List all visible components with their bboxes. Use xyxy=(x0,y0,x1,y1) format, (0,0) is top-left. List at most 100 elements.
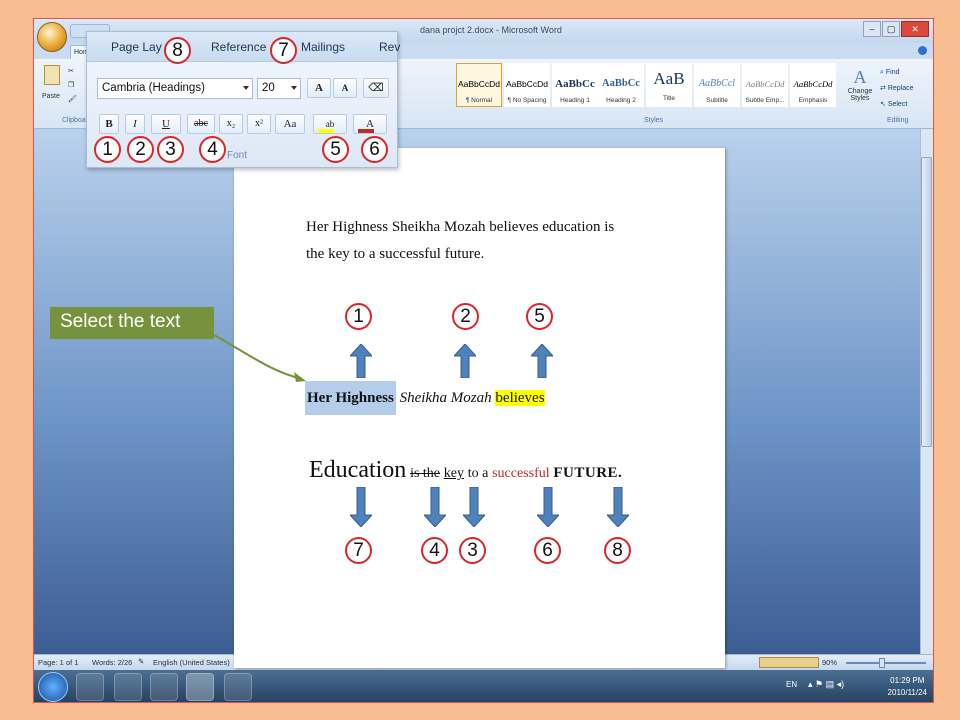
marker-4-down: 4 xyxy=(421,537,448,564)
marker-5-panel: 5 xyxy=(322,136,349,163)
select-text-callout: Select the text xyxy=(50,307,214,339)
strikethrough-button[interactable]: abc xyxy=(187,114,215,134)
arrow-down-icon xyxy=(350,487,372,527)
zoom-level[interactable]: 90% xyxy=(822,658,837,667)
highlight-color-swatch xyxy=(318,129,334,133)
font-size-dropdown[interactable]: 20 xyxy=(257,78,301,99)
marker-2-panel: 2 xyxy=(127,136,154,163)
italic-sample-text: Sheikha Mozah xyxy=(399,390,492,406)
font-name-dropdown[interactable]: Cambria (Headings) xyxy=(97,78,253,99)
arrow-up-icon xyxy=(531,344,553,378)
style-heading-1[interactable]: AaBbCc Heading 1 xyxy=(552,63,598,107)
zoom-slider[interactable] xyxy=(846,662,926,664)
help-icon[interactable] xyxy=(918,46,927,55)
arrow-down-icon xyxy=(424,487,446,527)
marker-6-panel: 6 xyxy=(361,136,388,163)
replace-button[interactable]: ⇄ Replace xyxy=(880,81,930,97)
style-no-spacing[interactable]: AaBbCcDd ¶ No Spacing xyxy=(504,63,550,107)
callout-arrow-icon xyxy=(213,334,306,382)
copy-button[interactable]: ❐ xyxy=(68,81,74,89)
maximize-button[interactable]: ▢ xyxy=(882,21,901,37)
example-line-2: Education is the key to a successful FUT… xyxy=(309,457,622,484)
folder-icon[interactable] xyxy=(114,673,142,701)
marker-7-down: 7 xyxy=(345,537,372,564)
chevron-down-icon xyxy=(243,86,249,90)
caps-sample-text: FUTURE. xyxy=(553,465,623,481)
marker-5-up: 5 xyxy=(526,303,553,330)
paste-label[interactable]: Paste xyxy=(42,93,60,100)
paragraph-line-1: Her Highness Sheikha Mozah believes educ… xyxy=(306,219,615,235)
internet-explorer-icon[interactable] xyxy=(76,673,104,701)
style-subtle-emphasis[interactable]: AaBbCcDd Subtle Emp... xyxy=(742,63,788,107)
marker-7-panel: 7 xyxy=(270,37,297,64)
bold-button[interactable]: B xyxy=(99,114,119,134)
style-emphasis[interactable]: AaBbCcDd Emphasis xyxy=(790,63,836,107)
editing-group-label: Editing xyxy=(887,117,909,124)
cursor-icon: ↖ xyxy=(880,101,888,108)
select-button[interactable]: ↖ Select xyxy=(880,97,930,113)
tab-page-layout[interactable]: Page Lay xyxy=(111,40,162,54)
style-subtitle[interactable]: AaBbCcl Subtitle xyxy=(694,63,740,107)
office-button[interactable] xyxy=(37,22,67,52)
zoom-slider-thumb[interactable] xyxy=(879,658,885,668)
powerpoint-taskbar-icon[interactable] xyxy=(224,673,252,701)
clear-formatting-button[interactable]: ⌫ xyxy=(363,78,389,98)
zoomed-tab-bar: Page Lay Reference Mailings Rev xyxy=(87,32,400,62)
grow-font-button[interactable]: A xyxy=(307,78,331,98)
bold-sample-text[interactable]: Her Highness xyxy=(305,381,396,415)
change-styles-button[interactable]: A Change Styles xyxy=(842,67,878,102)
styles-gallery: AaBbCcDd ¶ Normal AaBbCcDd ¶ No Spacing … xyxy=(454,63,848,111)
tray-icons[interactable]: ▴ ⚑ ▤ ◂) xyxy=(808,679,844,690)
word-count[interactable]: Words: 2/26 xyxy=(92,658,132,667)
underline-sample-text: key xyxy=(443,466,464,481)
subscript-button[interactable]: x₂ xyxy=(219,114,243,134)
font-color-button[interactable]: A xyxy=(353,114,387,134)
change-styles-icon: A xyxy=(853,67,867,87)
language-indicator[interactable]: English (United States) xyxy=(153,658,230,667)
find-button[interactable]: ⌕ Find xyxy=(880,65,930,81)
page-count[interactable]: Page: 1 of 1 xyxy=(38,658,78,667)
format-painter-button[interactable]: 🖌 xyxy=(68,95,77,103)
arrow-up-icon xyxy=(454,344,476,378)
close-button[interactable]: ✕ xyxy=(901,21,929,37)
marker-2-up: 2 xyxy=(452,303,479,330)
shrink-font-button[interactable]: A xyxy=(333,78,357,98)
marker-8-panel: 8 xyxy=(164,37,191,64)
proofing-icon[interactable]: ✎ xyxy=(138,657,144,666)
tab-mailings[interactable]: Mailings xyxy=(301,40,345,54)
windows-taskbar: EN ▴ ⚑ ▤ ◂) 01:29 PM 2010/11/24 xyxy=(34,670,933,702)
strikethrough-sample-text: is the xyxy=(410,466,441,481)
view-buttons[interactable] xyxy=(759,657,819,668)
marker-3-down: 3 xyxy=(459,537,486,564)
paste-icon[interactable] xyxy=(44,65,60,85)
marker-1-panel: 1 xyxy=(94,136,121,163)
superscript-button[interactable]: x² xyxy=(247,114,271,134)
tab-review[interactable]: Rev xyxy=(379,40,400,54)
eraser-icon: ⌫ xyxy=(368,82,384,94)
italic-button[interactable]: I xyxy=(125,114,145,134)
word-window: dana projct 2.docx - Microsoft Word – ▢ … xyxy=(33,18,934,703)
font-group-label: Font xyxy=(227,150,248,161)
clock[interactable]: 01:29 PM 2010/11/24 xyxy=(888,675,927,699)
tab-references[interactable]: Reference xyxy=(211,40,266,54)
change-case-button[interactable]: Aa xyxy=(275,114,305,134)
highlight-button[interactable]: ab xyxy=(313,114,347,134)
marker-8-down: 8 xyxy=(604,537,631,564)
marker-6-down: 6 xyxy=(534,537,561,564)
arrow-down-icon xyxy=(463,487,485,527)
style-heading-2[interactable]: AaBbCc Heading 2 xyxy=(598,63,644,107)
media-player-icon[interactable] xyxy=(150,673,178,701)
underline-button[interactable]: U xyxy=(151,114,181,134)
scrollbar-thumb[interactable] xyxy=(921,157,932,447)
word-taskbar-icon[interactable] xyxy=(186,673,214,701)
start-button[interactable] xyxy=(38,672,68,702)
style-title[interactable]: AaB Title xyxy=(646,63,692,107)
input-language[interactable]: EN xyxy=(786,680,797,689)
minimize-button[interactable]: – xyxy=(863,21,882,37)
cut-button[interactable]: ✂ xyxy=(68,67,74,75)
styles-group-label: Styles xyxy=(644,117,664,124)
chevron-down-icon xyxy=(291,86,297,90)
style-normal[interactable]: AaBbCcDd ¶ Normal xyxy=(456,63,502,107)
arrow-up-icon xyxy=(350,344,372,378)
plain-sample-text: to a xyxy=(467,466,489,481)
